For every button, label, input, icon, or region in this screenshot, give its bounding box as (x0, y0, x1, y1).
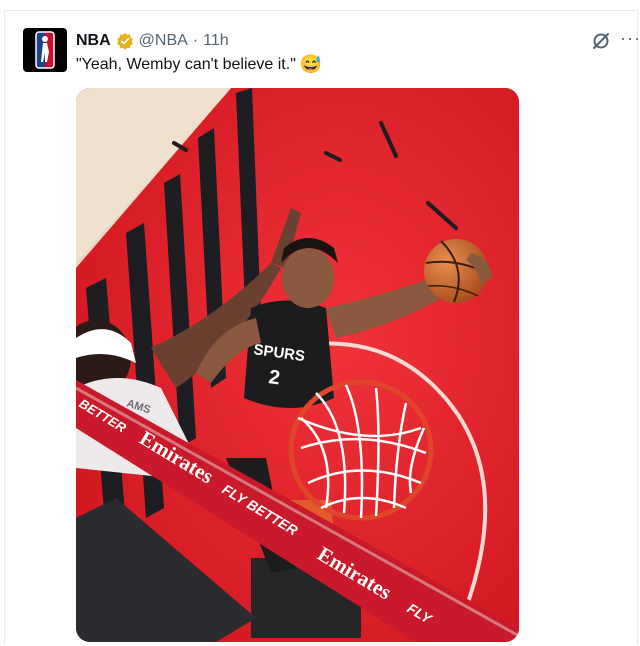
separator-dot: · (192, 32, 199, 49)
verified-badge-icon (116, 32, 133, 50)
tweet-timestamp[interactable]: 11h (203, 32, 229, 50)
basketball-dunk-photo: AMS SPURS 2 BETTER Emirates FLY BETTER E… (76, 88, 519, 642)
nba-logo-avatar[interactable] (23, 28, 67, 72)
grok-icon[interactable] (590, 30, 612, 52)
account-handle[interactable]: @NBA (139, 32, 188, 50)
tweet-photo[interactable]: AMS SPURS 2 BETTER Emirates FLY BETTER E… (76, 88, 519, 642)
nba-logo-icon (35, 31, 55, 69)
tweet-text: "Yeah, Wemby can't believe it." 😅 (76, 54, 322, 75)
more-options-icon[interactable]: ··· (620, 28, 640, 49)
tweet-body: "Yeah, Wemby can't believe it." (76, 55, 296, 73)
sweat-smile-emoji: 😅 (299, 54, 323, 74)
tweet-header: NBA @NBA · 11h (76, 30, 229, 52)
account-name[interactable]: NBA (76, 32, 111, 50)
